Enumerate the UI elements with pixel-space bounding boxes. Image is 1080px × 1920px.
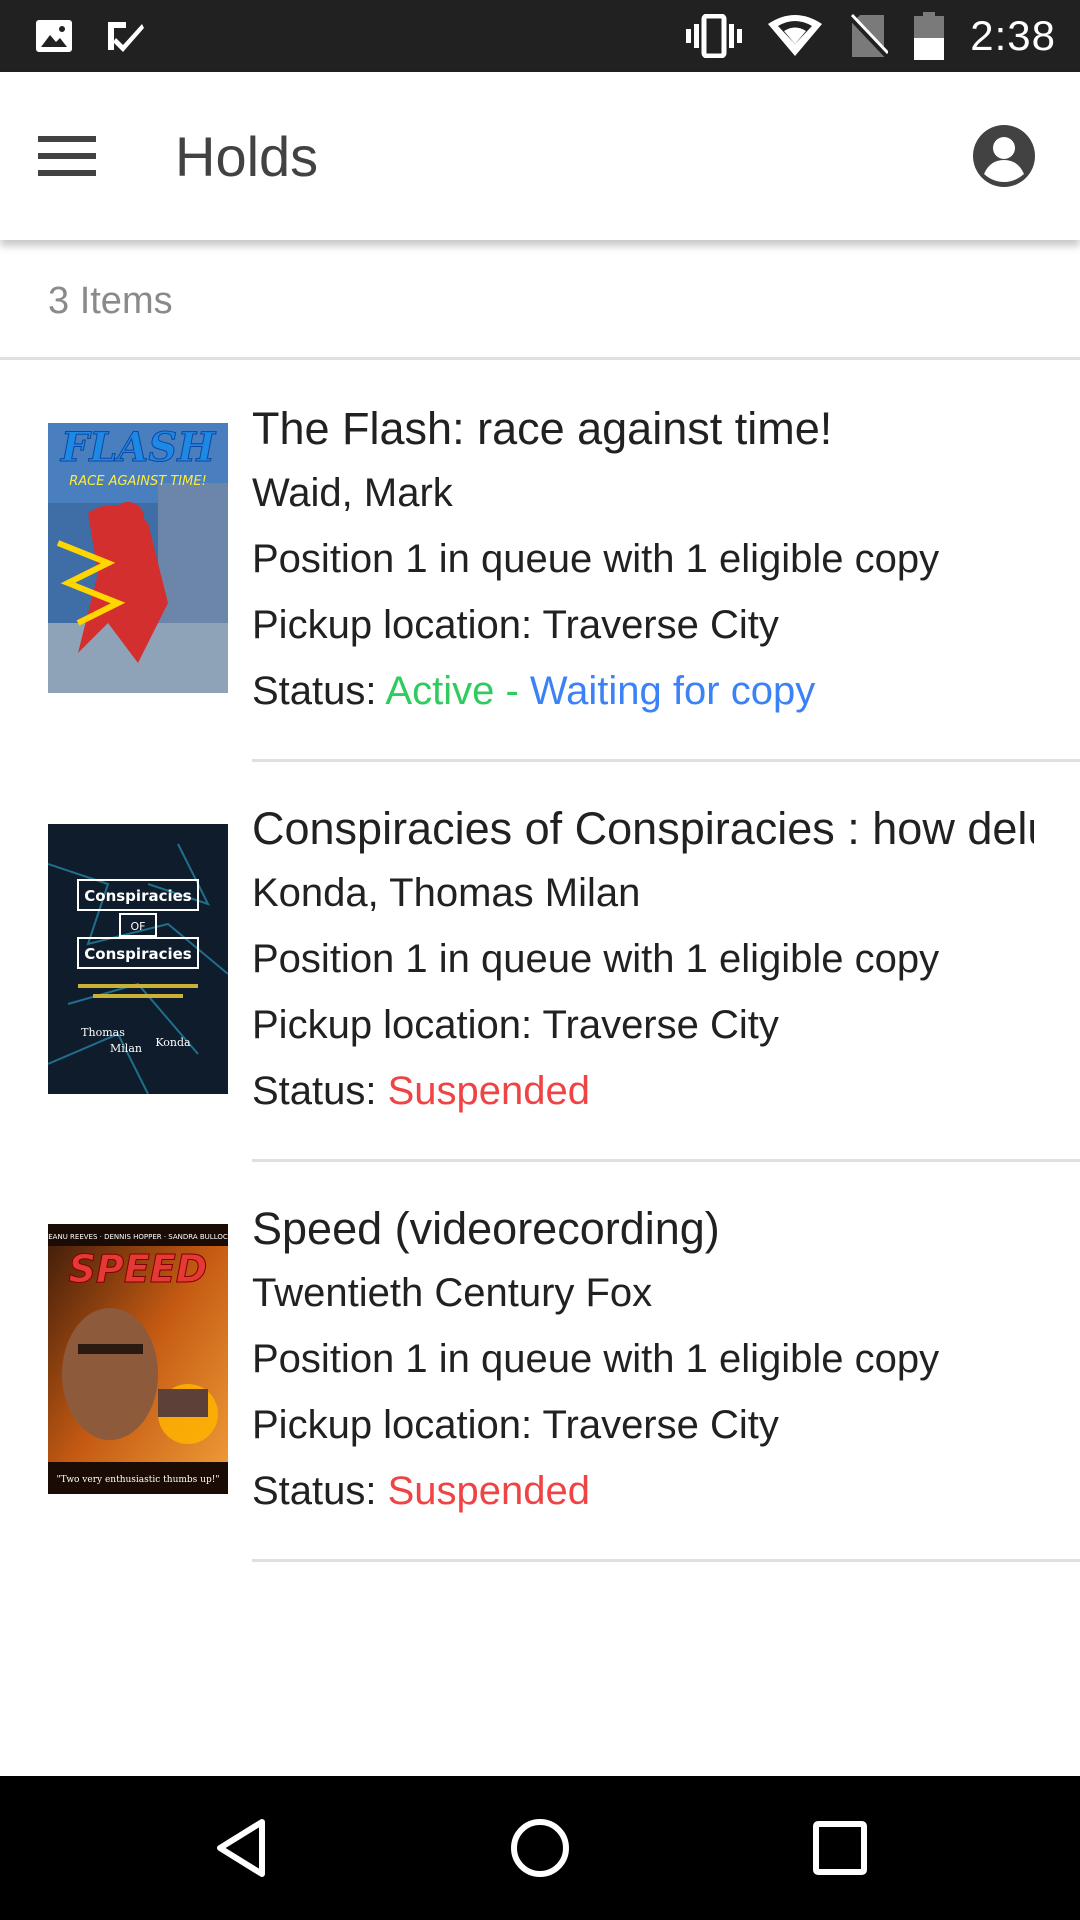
- hamburger-menu-button[interactable]: [36, 126, 112, 186]
- hold-item[interactable]: KEANU REEVES · DENNIS HOPPER · SANDRA BU…: [0, 1162, 1080, 1562]
- app-bar: Holds: [0, 72, 1080, 240]
- list-header: 3 Items: [0, 240, 1080, 360]
- cover-line: Conspiracies: [84, 887, 192, 905]
- hold-queue-position: Position 1 in queue with 1 eligible copy: [252, 937, 940, 981]
- status-suspended-text: Suspended: [387, 1469, 591, 1513]
- status-waiting-text: Waiting for copy: [529, 669, 816, 713]
- no-sim-icon: [848, 13, 889, 57]
- cover-line: Milan: [110, 1042, 142, 1055]
- cover-image-conspiracies: Conspiracies OF Conspiracies Thomas Mila…: [48, 824, 228, 1094]
- item-count: 3 Items: [48, 280, 173, 322]
- battery-icon: [914, 12, 945, 60]
- svg-text:"Two very enthusiastic thumbs: "Two very enthusiastic thumbs up!": [57, 1475, 220, 1485]
- cover-line: OF: [131, 920, 146, 933]
- wifi-icon: [768, 15, 823, 56]
- recents-button[interactable]: [804, 1812, 876, 1884]
- hold-details: The Flash: race against time! Waid, Mark…: [252, 398, 1034, 724]
- status-label: Status:: [252, 1469, 388, 1513]
- hold-details: Speed (videorecording) Twentieth Century…: [252, 1198, 1034, 1524]
- status-label: Status:: [252, 1069, 388, 1113]
- hold-pickup-location: Pickup location: Traverse City: [252, 1003, 779, 1047]
- status-label: Status:: [252, 669, 386, 713]
- hold-queue-position: Position 1 in queue with 1 eligible copy: [252, 1337, 940, 1381]
- account-button[interactable]: [972, 124, 1036, 188]
- hold-title: Speed (videorecording): [252, 1203, 720, 1254]
- status-active-text: Active -: [385, 669, 530, 713]
- image-icon: [36, 20, 72, 52]
- check-notification-icon: [108, 22, 144, 52]
- hold-title: Conspiracies of Conspiracies : how delus…: [252, 803, 1034, 854]
- hold-details: Conspiracies of Conspiracies : how delus…: [252, 798, 1034, 1124]
- hold-status: Status: Active - Waiting for copy: [252, 658, 1034, 724]
- hold-item[interactable]: FLASH RACE AGAINST TIME! The Flash: race…: [0, 362, 1080, 762]
- svg-text:RACE AGAINST TIME!: RACE AGAINST TIME!: [69, 474, 207, 489]
- hold-pickup-location: Pickup location: Traverse City: [252, 1403, 779, 1447]
- recents-icon: [813, 1821, 867, 1875]
- hold-item[interactable]: Conspiracies OF Conspiracies Thomas Mila…: [0, 762, 1080, 1162]
- hamburger-menu-icon: [38, 136, 96, 176]
- divider: [252, 1559, 1080, 1562]
- account-circle-icon: [973, 125, 1035, 187]
- svg-text:KEANU REEVES · DENNIS HOPPER ·: KEANU REEVES · DENNIS HOPPER · SANDRA BU…: [48, 1233, 228, 1241]
- hold-author: Twentieth Century Fox: [252, 1271, 653, 1315]
- status-time: 2:38: [970, 12, 1056, 59]
- status-suspended-text: Suspended: [387, 1069, 591, 1113]
- hold-status: Status: Suspended: [252, 1058, 1034, 1124]
- cover-image-flash: FLASH RACE AGAINST TIME!: [48, 423, 228, 693]
- holds-list: FLASH RACE AGAINST TIME! The Flash: race…: [0, 362, 1080, 1562]
- home-button[interactable]: [504, 1812, 576, 1884]
- cover-line: Thomas: [81, 1026, 125, 1039]
- back-icon: [217, 1819, 265, 1877]
- cover-image-speed: KEANU REEVES · DENNIS HOPPER · SANDRA BU…: [48, 1224, 228, 1494]
- back-button[interactable]: [206, 1812, 278, 1884]
- hold-pickup-location: Pickup location: Traverse City: [252, 603, 779, 647]
- hold-title: The Flash: race against time!: [252, 403, 833, 454]
- cover-line: Conspiracies: [84, 945, 192, 963]
- cover-line: Konda: [155, 1036, 191, 1049]
- hold-status: Status: Suspended: [252, 1458, 1034, 1524]
- system-nav-bar: [0, 1776, 1080, 1920]
- status-bar: 2:38: [0, 0, 1080, 72]
- page-title: Holds: [175, 125, 319, 188]
- hold-author: Konda, Thomas Milan: [252, 871, 641, 915]
- cover-logo-text: SPEED: [69, 1247, 208, 1291]
- vibrate-icon: [686, 14, 743, 58]
- home-icon: [511, 1819, 569, 1877]
- hold-queue-position: Position 1 in queue with 1 eligible copy: [252, 537, 940, 581]
- hold-author: Waid, Mark: [252, 471, 453, 515]
- cover-logo-text: FLASH: [60, 424, 216, 471]
